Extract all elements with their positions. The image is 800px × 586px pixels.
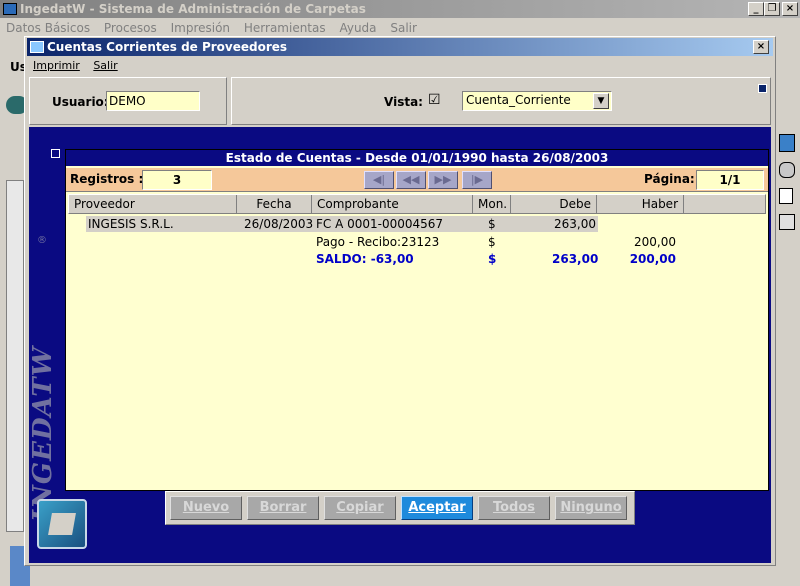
app-icon — [3, 3, 17, 15]
minimize-button[interactable]: _ — [748, 2, 764, 16]
cell-mon: $ — [488, 217, 496, 231]
logo-glyph — [48, 513, 76, 535]
registros-field: 3 — [142, 170, 212, 190]
previous-page-icon[interactable]: ◀◀ — [396, 171, 426, 189]
close-button[interactable]: × — [782, 2, 798, 16]
background-scrollbar[interactable] — [6, 180, 24, 532]
report-panel: Estado de Cuentas - Desde 01/01/1990 has… — [65, 149, 769, 491]
app-menu-bar: Datos Básicos Procesos Impresión Herrami… — [6, 20, 786, 36]
cell-mon: $ — [488, 235, 496, 249]
saldo-haber: 200,00 — [629, 252, 676, 266]
vista-label: Vista: — [384, 95, 423, 109]
window-icon — [30, 41, 44, 53]
brand-registered: ® — [37, 235, 47, 246]
col-mon[interactable]: Mon. — [473, 195, 511, 213]
report-title: Estado de Cuentas - Desde 01/01/1990 has… — [225, 151, 609, 165]
window-title-bar: Cuentas Corrientes de Proveedores × — [27, 38, 773, 56]
window-close-button[interactable]: × — [753, 40, 769, 54]
menu-window-salir[interactable]: Salir — [93, 59, 117, 72]
nuevo-button[interactable]: Nuevo — [170, 496, 242, 520]
vista-checkbox[interactable]: ☑ — [428, 92, 441, 108]
bottom-button-bar: Nuevo Borrar Copiar Aceptar Todos Ningun… — [165, 491, 635, 525]
main-corner-icon — [51, 149, 60, 158]
document-icon[interactable] — [779, 188, 793, 204]
last-page-icon[interactable]: |▶ — [462, 171, 492, 189]
user-panel: Usuario: DEMO — [29, 77, 227, 125]
pagina-label: Página: — [644, 172, 695, 186]
col-proveedor[interactable]: Proveedor — [69, 195, 237, 213]
restore-button[interactable]: ❐ — [764, 2, 780, 16]
grid-header: Proveedor Fecha Comprobante Mon. Debe Ha… — [68, 194, 766, 214]
col-fecha[interactable]: Fecha — [237, 195, 312, 213]
cell-fecha: 26/08/2003 — [244, 217, 314, 231]
money-bag-icon[interactable] — [779, 162, 795, 178]
next-page-icon[interactable]: ▶▶ — [428, 171, 458, 189]
cell-comprobante: Pago - Recibo:23123 — [316, 235, 440, 249]
cell-comprobante: FC A 0001-00004567 — [316, 217, 444, 231]
panel-corner-icon — [758, 84, 767, 93]
table-row[interactable]: INGESIS S.R.L. 26/08/2003 FC A 0001-0000… — [86, 216, 598, 232]
menu-herramientas[interactable]: Herramientas — [244, 21, 326, 35]
window-title: Cuentas Corrientes de Proveedores — [47, 40, 288, 54]
todos-button[interactable]: Todos — [478, 496, 550, 520]
usuario-label: Usuario: — [52, 95, 109, 109]
chevron-down-icon[interactable]: ▼ — [593, 93, 609, 109]
menu-datos-basicos[interactable]: Datos Básicos — [6, 21, 90, 35]
main-area: INGEDATW ® Estado de Cuentas - Desde 01/… — [28, 127, 771, 563]
right-toolbar — [776, 38, 800, 568]
saldo-mon: $ — [488, 252, 497, 266]
first-page-icon[interactable]: ◀| — [364, 171, 394, 189]
menu-salir[interactable]: Salir — [390, 21, 417, 35]
saldo-label: SALDO: -63,00 — [316, 252, 414, 266]
aceptar-button[interactable]: Aceptar — [401, 496, 473, 520]
app-title: IngedatW - Sistema de Administración de … — [20, 2, 366, 16]
window-menu-bar: Imprimir Salir — [33, 58, 733, 74]
registros-label: Registros : — [70, 172, 144, 186]
cell-debe: 263,00 — [554, 217, 596, 231]
table-row[interactable]: Pago - Recibo:23123 $ 200,00 — [86, 234, 686, 250]
vista-panel: Vista: ☑ Cuenta_Corriente ▼ — [231, 77, 771, 125]
vista-select-value: Cuenta_Corriente — [466, 93, 571, 107]
app-title-bar: IngedatW - Sistema de Administración de … — [0, 0, 800, 18]
saldo-row: SALDO: -63,00 $ 263,00 200,00 — [86, 251, 686, 267]
ninguno-button[interactable]: Ninguno — [555, 496, 627, 520]
col-debe[interactable]: Debe — [511, 195, 597, 213]
col-haber[interactable]: Haber — [597, 195, 684, 213]
pagina-field: 1/1 — [696, 170, 764, 190]
brand-text: INGEDATW — [28, 346, 58, 522]
calculator-icon[interactable] — [779, 134, 795, 152]
cell-proveedor: INGESIS S.R.L. — [88, 217, 174, 231]
menu-impresion[interactable]: Impresión — [171, 21, 230, 35]
calendar-icon[interactable] — [779, 214, 795, 230]
borrar-button[interactable]: Borrar — [247, 496, 319, 520]
cell-haber: 200,00 — [634, 235, 676, 249]
menu-imprimir[interactable]: Imprimir — [33, 59, 80, 72]
menu-procesos[interactable]: Procesos — [104, 21, 157, 35]
copiar-button[interactable]: Copiar — [324, 496, 396, 520]
report-title-bar: Estado de Cuentas - Desde 01/01/1990 has… — [66, 150, 768, 166]
accounts-window: Cuentas Corrientes de Proveedores × Impr… — [24, 36, 776, 566]
saldo-debe: 263,00 — [552, 252, 599, 266]
vista-select[interactable]: Cuenta_Corriente ▼ — [462, 91, 612, 111]
report-nav-strip: Registros : 3 ◀| ◀◀ ▶▶ |▶ Página: 1/1 — [66, 168, 768, 192]
usuario-field[interactable]: DEMO — [106, 91, 200, 111]
logo-icon[interactable] — [37, 499, 87, 549]
col-comprobante[interactable]: Comprobante — [312, 195, 473, 213]
menu-ayuda[interactable]: Ayuda — [339, 21, 376, 35]
